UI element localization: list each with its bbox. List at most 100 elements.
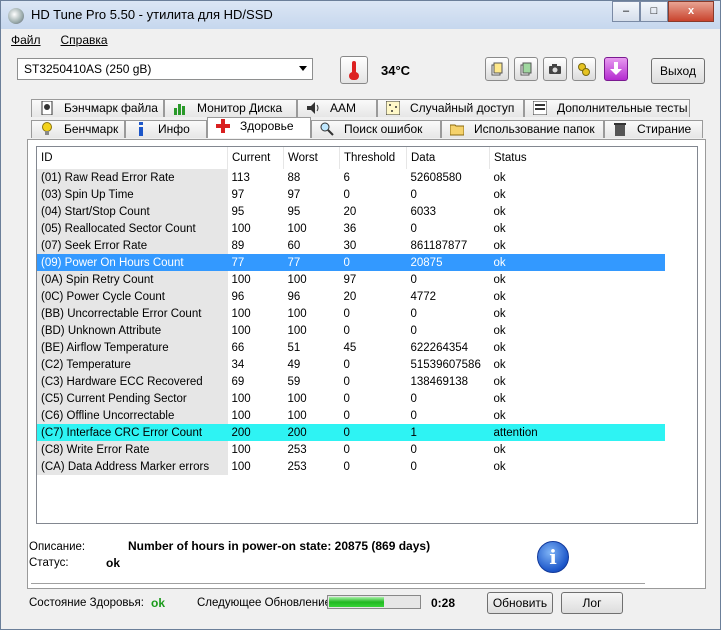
screenshot-button[interactable] [543,57,567,81]
close-button[interactable]: x [668,1,714,22]
cell-current: 77 [227,254,284,271]
tab-aam[interactable]: AAM [297,99,377,117]
copy-info-button[interactable] [514,57,538,81]
cell-threshold: 0 [339,254,407,271]
cell-id: (0C) Power Cycle Count [37,288,228,305]
log-button[interactable]: Лог [561,592,623,614]
tab-label: Использование папок [474,122,595,136]
cell-worst: 200 [283,424,340,441]
health-panel: ID Current Worst Threshold Data Status (… [27,139,706,589]
table-row[interactable]: (09) Power On Hours Count 77 77 0 20875 ok [37,254,665,271]
table-row[interactable]: (BB) Uncorrectable Error Count 100 100 0 0 ok [37,305,665,322]
table-row[interactable]: (03) Spin Up Time 97 97 0 0 ok [37,186,665,203]
cell-current: 100 [227,271,284,288]
cell-data: 861187877 [406,237,490,254]
tabs-row-2: Бенчмарк Инфо Здоровье Поиск ошибок Испо… [31,117,703,139]
maximize-button[interactable]: □ [640,1,668,22]
cell-threshold: 30 [339,237,407,254]
column-header-threshold[interactable]: Threshold [339,147,407,169]
cell-status: ok [489,390,665,407]
tab-disk-monitor[interactable]: Монитор Диска [164,99,297,117]
health-table-container[interactable]: ID Current Worst Threshold Data Status (… [36,146,698,524]
table-row[interactable]: (BD) Unknown Attribute 100 100 0 0 ok [37,322,665,339]
description-value: Number of hours in power-on state: 20875… [128,539,431,553]
table-row[interactable]: (0A) Spin Retry Count 100 100 97 0 ok [37,271,665,288]
cell-id: (C7) Interface CRC Error Count [37,424,228,441]
cell-current: 100 [227,390,284,407]
cell-status: ok [489,288,665,305]
tab-erase[interactable]: Стирание [604,120,703,138]
cell-worst: 100 [283,407,340,424]
cell-status: ok [489,254,665,271]
title-bar[interactable]: HD Tune Pro 5.50 - утилита для HD/SSD – … [1,1,720,29]
menu-help[interactable]: Справка [59,31,110,51]
table-row[interactable]: (C8) Write Error Rate 100 253 0 0 ok [37,441,665,458]
table-row[interactable]: (CA) Data Address Marker errors 100 253 0 0 o… [37,458,665,475]
cell-status: ok [489,339,665,356]
column-header-id[interactable]: ID [37,147,228,169]
table-row[interactable]: (C7) Interface CRC Error Count 200 200 0 1 at… [37,424,665,441]
cell-id: (C3) Hardware ECC Recovered [37,373,228,390]
update-button[interactable]: Обновить [487,592,553,614]
copy-text-button[interactable] [485,57,509,81]
info-icon [139,122,143,136]
cell-data: 0 [406,220,490,237]
save-button[interactable] [604,57,628,81]
table-row[interactable]: (C6) Offline Uncorrectable 100 100 0 0 ok [37,407,665,424]
tab-folder-usage[interactable]: Использование папок [441,120,604,138]
column-header-current[interactable]: Current [227,147,284,169]
cell-status: ok [489,407,665,424]
cell-status: ok [489,220,665,237]
column-header-status[interactable]: Status [490,147,666,169]
table-row[interactable]: (05) Reallocated Sector Count 100 100 36 0 ok [37,220,665,237]
status-label: Статус: [29,557,69,569]
tab-file-benchmark[interactable]: Бэнчмарк файла [31,99,164,117]
cell-worst: 100 [283,305,340,322]
cell-data: 0 [406,322,490,339]
tab-error-scan[interactable]: Поиск ошибок [311,120,441,138]
table-row[interactable]: (C5) Current Pending Sector 100 100 0 0 ok [37,390,665,407]
cell-status: ok [489,441,665,458]
tabs-row-1: Бэнчмарк файла Монитор Диска AAM Случайн… [31,99,690,118]
cell-status: ok [489,458,665,475]
table-row[interactable]: (0C) Power Cycle Count 96 96 20 4772 ok [37,288,665,305]
cell-id: (C2) Temperature [37,356,228,373]
trash-icon [614,123,626,136]
column-header-data[interactable]: Data [406,147,490,169]
cell-worst: 95 [283,203,340,220]
tab-info[interactable]: Инфо [125,120,207,138]
table-row[interactable]: (04) Start/Stop Count 95 95 20 6033 ok [37,203,665,220]
options-button[interactable] [572,57,596,81]
cell-threshold: 0 [339,305,407,322]
cell-current: 34 [227,356,284,373]
lightbulb-icon [42,122,52,135]
description-label: Описание: [29,541,86,553]
tab-benchmark[interactable]: Бенчмарк [31,120,125,138]
exit-button[interactable]: Выход [651,58,705,84]
tab-random-access[interactable]: Случайный доступ [377,99,524,117]
cell-data: 4772 [406,288,490,305]
cell-id: (03) Spin Up Time [37,186,228,203]
cell-status: ok [489,271,665,288]
cell-worst: 100 [283,390,340,407]
table-row[interactable]: (01) Raw Read Error Rate 113 88 6 52608580 ok [37,169,665,186]
drive-select[interactable]: ST3250410AS (250 gB) [17,58,313,80]
cell-data: 0 [406,458,490,475]
table-row[interactable]: (C2) Temperature 34 49 0 51539607586 ok [37,356,665,373]
column-header-worst[interactable]: Worst [283,147,340,169]
extra-tests-icon [533,101,547,115]
table-row[interactable]: (07) Seek Error Rate 89 60 30 861187877 ok [37,237,665,254]
table-row[interactable]: (BE) Airflow Temperature 66 51 45 622264354 o… [37,339,665,356]
cell-threshold: 0 [339,407,407,424]
cell-status: ok [489,237,665,254]
cell-id: (09) Power On Hours Count [37,254,228,271]
cell-threshold: 0 [339,186,407,203]
table-row[interactable]: (C3) Hardware ECC Recovered 69 59 0 13846913… [37,373,665,390]
cell-threshold: 6 [339,169,407,186]
cell-worst: 49 [283,356,340,373]
minimize-button[interactable]: – [612,1,640,22]
menu-file[interactable]: Файл [9,31,43,51]
tab-extra-tests[interactable]: Дополнительные тесты [524,99,690,117]
tab-health[interactable]: Здоровье [207,117,311,138]
cell-data: 0 [406,186,490,203]
